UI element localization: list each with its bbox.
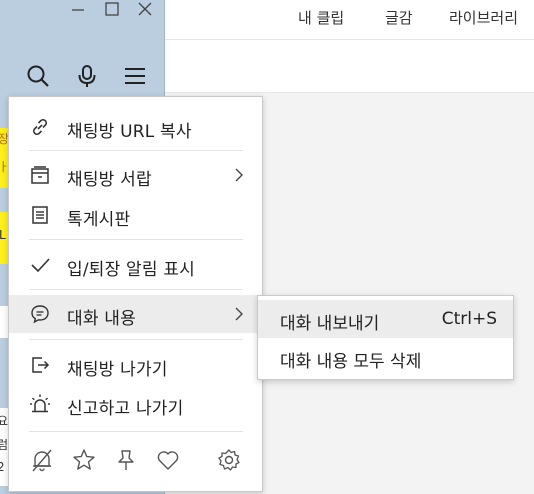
nav-library[interactable]: 라이브러리 <box>449 7 518 28</box>
menu-item-label: 신고하고 나가기 <box>67 399 184 419</box>
chat-bubble-icon <box>29 303 51 325</box>
top-nav: 내 클립 글감 라이브러리 <box>165 0 534 40</box>
bubble-text-fragment: 럼 <box>0 438 9 452</box>
bubble-text-fragment: 2 <box>0 460 5 474</box>
heart-icon[interactable] <box>155 447 181 473</box>
menu-divider <box>29 239 243 240</box>
menu-item-board[interactable]: 톡게시판 <box>9 196 262 234</box>
submenu-item-label: 대화 내용 모두 삭제 <box>280 352 422 372</box>
drawer-icon <box>29 164 51 186</box>
microphone-icon[interactable] <box>73 62 101 90</box>
chevron-right-icon <box>234 306 244 322</box>
submenu-item-label: 대화 내보내기 <box>280 314 380 334</box>
exit-icon <box>29 354 51 376</box>
hamburger-menu-icon[interactable] <box>121 62 149 90</box>
bubble-text-fragment: 요 <box>0 414 9 428</box>
menu-divider <box>29 339 243 340</box>
board-icon <box>29 204 51 226</box>
search-icon[interactable] <box>24 62 52 90</box>
toolbar-area <box>165 40 534 93</box>
menu-item-label: 채팅방 나가기 <box>67 360 168 380</box>
nav-my-clips[interactable]: 내 클립 <box>298 7 344 28</box>
menu-item-report-leave[interactable]: 신고하고 나가기 <box>9 385 262 423</box>
menu-item-chat-content[interactable]: 대화 내용 <box>9 295 262 333</box>
siren-icon <box>29 393 51 415</box>
submenu-item-delete-all[interactable]: 대화 내용 모두 삭제 <box>258 338 513 376</box>
pin-icon[interactable] <box>113 447 139 473</box>
menu-item-label: 채팅방 URL 복사 <box>67 122 192 142</box>
keyboard-shortcut: Ctrl+S <box>441 309 497 329</box>
maximize-icon[interactable] <box>100 0 124 20</box>
checkmark-icon <box>29 254 51 276</box>
close-icon[interactable] <box>133 0 157 20</box>
menu-divider <box>29 150 243 151</box>
menu-divider <box>29 431 243 432</box>
menu-item-drawer[interactable]: 채팅방 서랍 <box>9 156 262 194</box>
bell-off-icon[interactable] <box>29 447 55 473</box>
submenu-item-export[interactable]: 대화 내보내기 Ctrl+S <box>258 300 513 338</box>
settings-icon[interactable] <box>216 447 242 473</box>
bubble-text-fragment: L <box>0 228 6 242</box>
menu-item-label: 입/퇴장 알림 표시 <box>67 260 196 280</box>
menu-item-label: 채팅방 서랍 <box>67 170 152 190</box>
chat-content-submenu: 대화 내보내기 Ctrl+S 대화 내용 모두 삭제 <box>257 295 514 380</box>
menu-divider <box>29 289 243 290</box>
nav-writing-material[interactable]: 글감 <box>385 7 413 28</box>
menu-item-label: 톡게시판 <box>67 210 131 230</box>
chat-room-context-menu: 채팅방 URL 복사 채팅방 서랍 톡게시판 입/퇴장 알림 표시 대화 내용 <box>8 96 263 492</box>
menu-item-leave-room[interactable]: 채팅방 나가기 <box>9 346 262 384</box>
menu-item-copy-url[interactable]: 채팅방 URL 복사 <box>9 108 262 146</box>
menu-item-entry-notice[interactable]: 입/퇴장 알림 표시 <box>9 246 262 284</box>
minimize-icon[interactable] <box>66 0 90 20</box>
link-icon <box>29 116 51 138</box>
chevron-right-icon <box>234 167 244 183</box>
menu-item-label: 대화 내용 <box>67 309 136 329</box>
star-icon[interactable] <box>71 447 97 473</box>
